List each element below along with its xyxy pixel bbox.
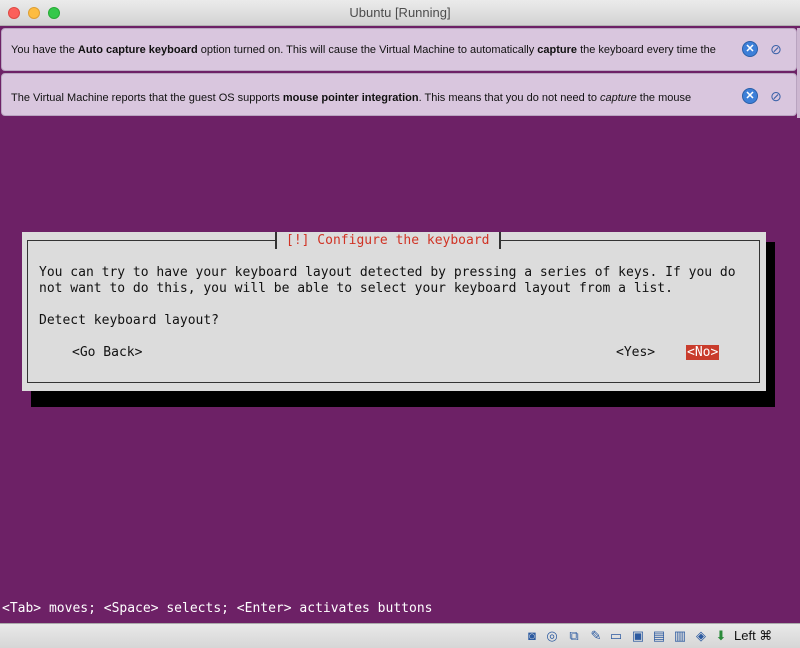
mouse-integration-notice: The Virtual Machine reports that the gue… <box>1 73 797 116</box>
host-key-label: Left ⌘ <box>734 628 773 643</box>
notice-text-segment: the mouse <box>636 92 692 104</box>
mouse-integration-icon[interactable]: ◈ <box>693 628 709 644</box>
go-back-button[interactable]: <Go Back> <box>71 345 143 360</box>
dialog-question: Detect keyboard layout? <box>39 313 220 328</box>
notice-dismiss-icon[interactable]: ⊘ <box>768 88 784 104</box>
notice-text-segment: capture <box>537 44 578 56</box>
dialog-frame <box>27 240 760 383</box>
hard-disk-icon[interactable]: ◙ <box>524 628 540 644</box>
cpu-icon[interactable]: ▥ <box>672 628 688 644</box>
dialog-text: not want to do this, you will be able to… <box>39 281 673 296</box>
network-icon[interactable]: ▣ <box>630 628 646 644</box>
shared-folders-icon[interactable]: ✎ <box>588 628 604 644</box>
dialog-text: You can try to have your keyboard layout… <box>39 265 736 280</box>
configure-keyboard-dialog: [!] Configure the keyboard You can try t… <box>22 232 766 391</box>
notice-info-icon[interactable]: ✕ <box>742 41 758 57</box>
keyboard-capture-notice: You have the Auto capture keyboard optio… <box>1 28 797 71</box>
notice-text-segment: You have the <box>11 44 78 56</box>
vm-status-bar: ◙ ◎ ⧉ ✎ ▭ ▣ ▤ ▥ ◈ ⬇ Left ⌘ <box>0 623 800 648</box>
notice-text-segment: Auto capture keyboard <box>77 44 198 56</box>
optical-drive-icon[interactable]: ◎ <box>544 628 560 644</box>
title-bar[interactable]: Ubuntu [Running] <box>0 0 800 26</box>
notice-text-segment: capture <box>600 92 637 104</box>
usb-icon[interactable]: ⧉ <box>566 628 582 644</box>
notice-text-segment: mouse pointer integration <box>282 92 419 104</box>
window-title: Ubuntu [Running] <box>349 5 451 20</box>
notice-text-segment: the keyboard every time the <box>577 44 716 56</box>
host-key-arrow-icon[interactable]: ⬇ <box>713 628 729 644</box>
yes-button[interactable]: <Yes> <box>615 345 656 360</box>
notice-message: You have the Auto capture keyboard optio… <box>11 44 731 56</box>
notice-message: The Virtual Machine reports that the gue… <box>11 92 731 104</box>
dialog-shadow <box>766 242 775 407</box>
dialog-title: [!] Configure the keyboard <box>275 232 501 249</box>
no-button[interactable]: <No> <box>686 345 720 360</box>
display-icon[interactable]: ▭ <box>608 628 624 644</box>
console-help-line: <Tab> moves; <Space> selects; <Enter> ac… <box>2 601 433 616</box>
dialog-shadow <box>31 391 775 407</box>
notice-text-segment: option turned on. This will cause the Vi… <box>197 44 538 56</box>
vm-window: Ubuntu [Running] You have the Auto captu… <box>0 0 800 648</box>
notice-info-icon[interactable]: ✕ <box>742 88 758 104</box>
notice-text-segment: The Virtual Machine reports that the gue… <box>11 92 283 104</box>
notice-dismiss-icon[interactable]: ⊘ <box>768 41 784 57</box>
notice-text-segment: . This means that you do not need to <box>418 92 600 104</box>
recording-icon[interactable]: ▤ <box>651 628 667 644</box>
